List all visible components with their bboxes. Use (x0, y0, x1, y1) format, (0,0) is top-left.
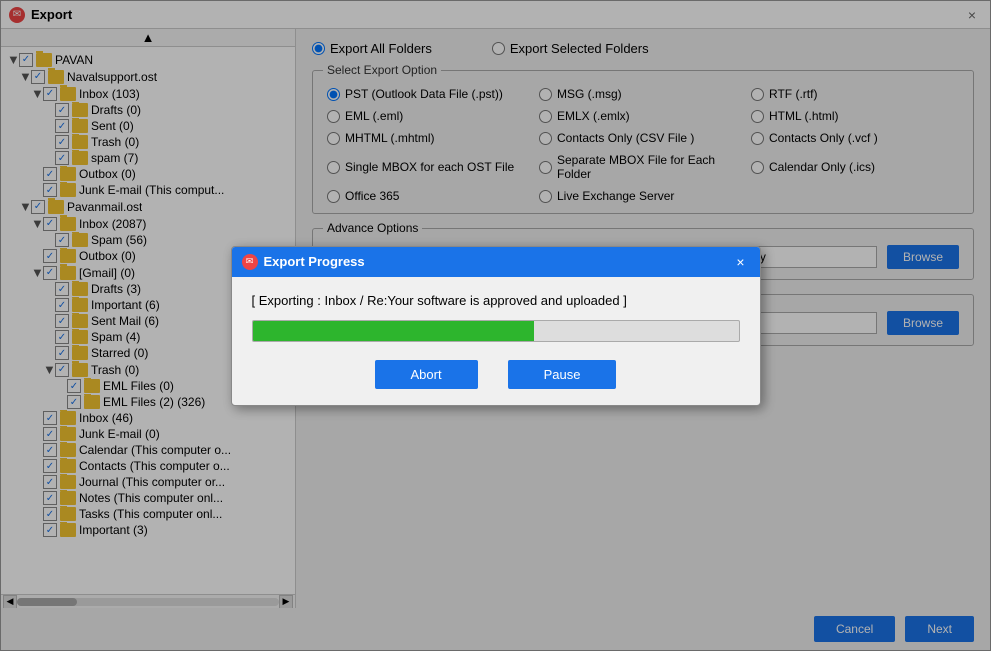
modal-overlay: ✉ Export Progress × [ Exporting : Inbox … (0, 0, 991, 651)
modal-close-button[interactable]: × (731, 253, 749, 271)
modal-body: [ Exporting : Inbox / Re:Your software i… (232, 277, 760, 405)
modal-title-bar-left: ✉ Export Progress (242, 254, 365, 270)
abort-button[interactable]: Abort (375, 360, 478, 389)
modal-title-bar: ✉ Export Progress × (232, 247, 760, 277)
modal-buttons: Abort Pause (252, 360, 740, 389)
modal-status-text: [ Exporting : Inbox / Re:Your software i… (252, 293, 740, 308)
modal-title: Export Progress (264, 254, 365, 269)
export-progress-modal: ✉ Export Progress × [ Exporting : Inbox … (231, 246, 761, 406)
progress-bar-container (252, 320, 740, 342)
modal-icon: ✉ (242, 254, 258, 270)
progress-bar-fill (253, 321, 535, 341)
pause-button[interactable]: Pause (508, 360, 617, 389)
